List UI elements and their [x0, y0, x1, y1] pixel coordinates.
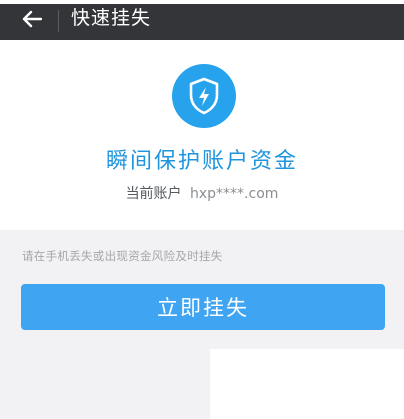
shield-badge — [172, 64, 236, 128]
protection-headline: 瞬间保护账户资金 — [105, 149, 298, 174]
account-value: hxp****.com — [190, 186, 279, 202]
shield-lightning-icon — [189, 77, 219, 115]
hint-text: 请在手机丢失或出现资金风险及时挂失 — [22, 249, 223, 263]
nav-bar: 快速挂失 — [0, 4, 404, 40]
nav-divider — [58, 10, 59, 32]
page-title: 快速挂失 — [71, 7, 152, 29]
protection-card: 瞬间保护账户资金 当前账户 hxp****.com — [0, 40, 404, 230]
current-account: 当前账户 hxp****.com — [0, 183, 404, 203]
bottom-right-panel — [210, 349, 404, 419]
back-button[interactable] — [12, 4, 52, 34]
report-loss-button[interactable]: 立即挂失 — [21, 284, 385, 330]
arrow-left-icon — [22, 10, 42, 28]
account-label: 当前账户 — [125, 186, 182, 202]
